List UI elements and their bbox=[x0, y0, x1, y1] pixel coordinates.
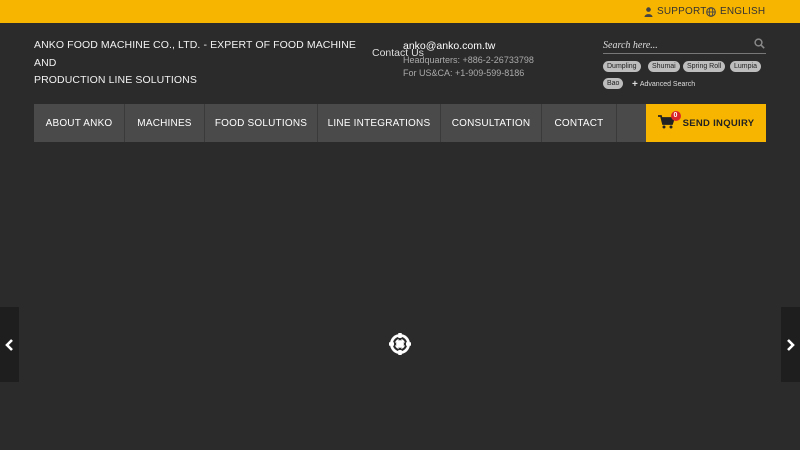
support-link[interactable]: SUPPORT bbox=[644, 0, 707, 23]
nav-contact[interactable]: CONTACT bbox=[542, 104, 617, 142]
cart: 0 bbox=[657, 110, 681, 132]
tag-spring-roll[interactable]: Spring Roll bbox=[683, 61, 726, 72]
nav-food-solutions[interactable]: FOOD SOLUTIONS bbox=[205, 104, 318, 142]
tag-bao[interactable]: Bao bbox=[603, 78, 624, 89]
chevron-left-icon bbox=[5, 338, 13, 351]
company-tagline-line1: ANKO FOOD MACHINE CO., LTD. - EXPERT OF … bbox=[34, 39, 356, 69]
tag-shumai[interactable]: Shumai bbox=[648, 61, 680, 72]
search-icon[interactable] bbox=[754, 38, 765, 49]
nav-line-integrations[interactable]: LINE INTEGRATIONS bbox=[318, 104, 441, 142]
company-tagline-line2: PRODUCTION LINE SOLUTIONS bbox=[34, 74, 197, 86]
us-phone: For US&CA: +1-909-599-8186 bbox=[403, 68, 525, 78]
person-icon bbox=[644, 6, 653, 17]
tag-lumpia[interactable]: Lumpia bbox=[730, 61, 761, 72]
chevron-right-icon bbox=[787, 338, 795, 351]
advanced-search-label: Advanced Search bbox=[639, 81, 696, 88]
loading-spinner-icon bbox=[389, 333, 411, 355]
send-inquiry-label: SEND INQUIRY bbox=[682, 117, 755, 129]
advanced-search-link[interactable]: + Advanced Search bbox=[632, 79, 695, 90]
slider-prev-button[interactable] bbox=[0, 307, 19, 382]
search-input[interactable] bbox=[603, 37, 743, 53]
top-utility-bar: SUPPORT ENGLISH bbox=[0, 0, 800, 23]
nav-consultation[interactable]: CONSULTATION bbox=[441, 104, 542, 142]
send-inquiry-button[interactable]: 0 SEND INQUIRY bbox=[646, 104, 766, 142]
language-label: ENGLISH bbox=[720, 6, 766, 17]
tag-dumpling[interactable]: Dumpling bbox=[603, 61, 641, 72]
company-tagline[interactable]: ANKO FOOD MACHINE CO., LTD. - EXPERT OF … bbox=[34, 37, 364, 90]
email-link[interactable]: anko@anko.com.tw bbox=[403, 40, 495, 52]
globe-icon bbox=[706, 6, 716, 17]
headquarters-phone: Headquarters: +886-2-26733798 bbox=[403, 55, 534, 65]
nav-machines[interactable]: MACHINES bbox=[125, 104, 205, 142]
slider-next-button[interactable] bbox=[781, 307, 800, 382]
nav-about-anko[interactable]: ABOUT ANKO bbox=[34, 104, 125, 142]
cart-count-badge: 0 bbox=[670, 110, 681, 121]
search-box bbox=[603, 36, 766, 54]
plus-icon: + bbox=[632, 79, 638, 90]
support-label: SUPPORT bbox=[657, 6, 707, 17]
language-selector[interactable]: ENGLISH bbox=[706, 0, 765, 23]
